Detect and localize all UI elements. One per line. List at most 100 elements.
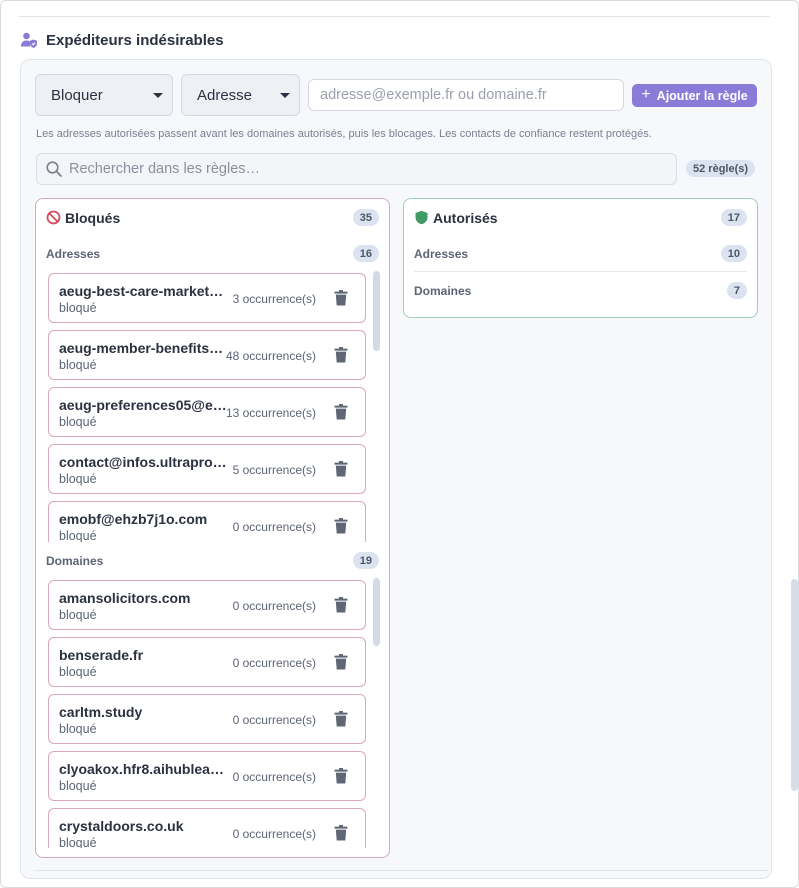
blocked-domains-label: Domaines (46, 553, 104, 568)
chevron-down-icon (153, 93, 163, 98)
type-select-value: Adresse (197, 86, 253, 104)
blocked-addresses-list[interactable]: aeug-best-care-marketing@ema.example.com… (46, 271, 381, 542)
allowed-title: Autorisés (433, 209, 498, 226)
allowed-header: Autorisés 17 (414, 209, 747, 226)
rule-status: bloqué (59, 415, 97, 429)
blocked-domains-header: Domaines 19 (46, 552, 379, 569)
rule-occurrences: 48 occurrence(s) (225, 349, 316, 363)
rules-panel: Bloquer Adresse + Ajouter la règle Les a… (20, 59, 772, 879)
rule-name: contact@infos.ultrapromo.example (59, 454, 227, 470)
type-select[interactable]: Adresse (181, 74, 300, 116)
rule-name: aeug-preferences05@ema.example.com (59, 397, 227, 413)
rule-count-badge: 52 règle(s) (686, 160, 756, 177)
blocked-title: Bloqués (65, 209, 121, 226)
allowed-column: Autorisés 17 Adresses 10 Domaines 7 (403, 198, 758, 318)
add-rule-label: Ajouter la règle (656, 88, 748, 103)
rule-occurrences: 5 occurrence(s) (232, 463, 316, 477)
scrollbar[interactable] (373, 271, 380, 351)
list-item[interactable]: carltm.study bloqué 0 occurrence(s) (48, 694, 366, 744)
allowed-addresses-label: Adresses (414, 246, 469, 261)
rule-status: bloqué (59, 722, 97, 736)
rule-name: carltm.study (59, 704, 143, 720)
rule-status: bloqué (59, 836, 97, 848)
rules-search (36, 153, 677, 185)
trash-icon[interactable] (334, 404, 348, 420)
allowed-addresses-header[interactable]: Adresses 10 (414, 245, 747, 262)
rule-status: bloqué (59, 358, 97, 372)
next-section-divider (35, 870, 768, 871)
blocked-domains-count: 19 (352, 552, 379, 569)
blocked-addresses-count: 16 (352, 245, 379, 262)
action-select-value: Bloquer (51, 86, 103, 104)
trash-icon[interactable] (334, 711, 348, 727)
allowed-addresses-count: 10 (720, 245, 747, 262)
allowed-count-badge: 17 (720, 209, 747, 226)
blocked-addresses-header: Adresses 16 (46, 245, 379, 262)
list-item[interactable]: crystaldoors.co.uk bloqué 0 occurrence(s… (48, 808, 366, 848)
rule-status: bloqué (59, 301, 97, 315)
list-item[interactable]: amansolicitors.com bloqué 0 occurrence(s… (48, 580, 366, 630)
allowed-domains-label: Domaines (414, 283, 472, 298)
top-divider (19, 16, 770, 17)
list-item[interactable]: clyoakox.hfr8.aihubleads.example bloqué … (48, 751, 366, 801)
trash-icon[interactable] (334, 290, 348, 306)
rule-name: benserade.fr (59, 647, 144, 663)
chevron-down-icon (280, 93, 290, 98)
plus-icon: + (641, 85, 651, 103)
rule-status: bloqué (59, 665, 97, 679)
rule-occurrences: 0 occurrence(s) (232, 827, 316, 841)
address-input[interactable] (308, 79, 624, 111)
section-title: Expéditeurs indésirables (46, 31, 224, 49)
rule-name: aeug-member-benefits@ema.example.com (59, 340, 227, 356)
list-item[interactable]: aeug-member-benefits@ema.example.com blo… (48, 330, 366, 380)
rule-occurrences: 0 occurrence(s) (232, 656, 316, 670)
section-header: Expéditeurs indésirables (20, 31, 224, 49)
add-rule-button[interactable]: + Ajouter la règle (632, 84, 757, 107)
search-input[interactable] (69, 161, 649, 177)
rule-status: bloqué (59, 779, 97, 793)
allowed-domains-header[interactable]: Domaines 7 (414, 282, 747, 299)
rule-occurrences: 0 occurrence(s) (232, 713, 316, 727)
trash-icon[interactable] (334, 597, 348, 613)
settings-window: Expéditeurs indésirables Bloquer Adresse… (0, 0, 799, 888)
allowed-domains-count: 7 (726, 282, 747, 299)
rule-status: bloqué (59, 608, 97, 622)
list-item[interactable]: benserade.fr bloqué 0 occurrence(s) (48, 637, 366, 687)
rule-name: clyoakox.hfr8.aihubleads.example (59, 761, 227, 777)
action-select[interactable]: Bloquer (35, 74, 173, 116)
rule-occurrences: 13 occurrence(s) (225, 406, 316, 420)
trash-icon[interactable] (334, 461, 348, 477)
blocked-count-badge: 35 (352, 209, 379, 226)
blocked-header: Bloqués 35 (46, 209, 379, 226)
rule-occurrences: 0 occurrence(s) (232, 520, 316, 534)
page-scrollbar[interactable] (791, 579, 798, 791)
rule-name: aeug-best-care-marketing@ema.example.com (59, 283, 227, 299)
rule-occurrences: 3 occurrence(s) (232, 292, 316, 306)
trash-icon[interactable] (334, 825, 348, 841)
search-icon (45, 160, 63, 178)
rule-name: amansolicitors.com (59, 590, 191, 606)
rule-name: crystaldoors.co.uk (59, 818, 184, 834)
rule-occurrences: 0 occurrence(s) (232, 599, 316, 613)
trash-icon[interactable] (334, 347, 348, 363)
rule-status: bloqué (59, 529, 97, 542)
scrollbar[interactable] (373, 578, 380, 646)
prohibited-icon (46, 210, 61, 225)
blocked-addresses-label: Adresses (46, 246, 101, 261)
rule-name: emobf@ehzb7j1o.com (59, 511, 208, 527)
divider (414, 271, 747, 272)
trash-icon[interactable] (334, 518, 348, 534)
list-item[interactable]: emobf@ehzb7j1o.com bloqué 0 occurrence(s… (48, 501, 366, 542)
shield-icon (414, 210, 429, 225)
rules-hint: Les adresses autorisées passent avant le… (36, 128, 652, 140)
trash-icon[interactable] (334, 654, 348, 670)
list-item[interactable]: aeug-preferences05@ema.example.com bloqu… (48, 387, 366, 437)
list-item[interactable]: contact@infos.ultrapromo.example bloqué … (48, 444, 366, 494)
rule-occurrences: 0 occurrence(s) (232, 770, 316, 784)
rule-status: bloqué (59, 472, 97, 486)
user-shield-icon (20, 31, 38, 49)
trash-icon[interactable] (334, 768, 348, 784)
blocked-column: Bloqués 35 Adresses 16 aeug-best-care-ma… (35, 198, 390, 858)
list-item[interactable]: aeug-best-care-marketing@ema.example.com… (48, 273, 366, 323)
blocked-domains-list[interactable]: amansolicitors.com bloqué 0 occurrence(s… (46, 578, 381, 848)
